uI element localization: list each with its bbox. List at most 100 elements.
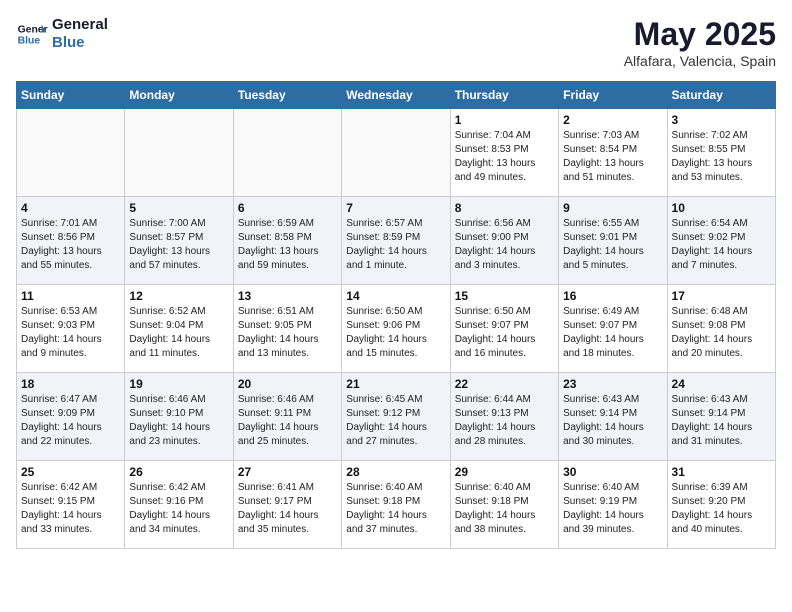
day-number-11: 11 [21, 289, 120, 303]
day-info-16: Sunrise: 6:49 AM Sunset: 9:07 PM Dayligh… [563, 305, 662, 361]
day-info-21: Sunrise: 6:45 AM Sunset: 9:12 PM Dayligh… [346, 393, 445, 449]
header-day-monday: Monday [125, 82, 233, 109]
empty-cell [342, 109, 450, 197]
day-cell-4: 4 Sunrise: 7:01 AM Sunset: 8:56 PM Daylig… [17, 197, 125, 285]
day-cell-27: 27 Sunrise: 6:41 AM Sunset: 9:17 PM Dayli… [233, 461, 341, 549]
week-row-3: 11Sunrise: 6:53 AM Sunset: 9:03 PM Dayli… [17, 285, 776, 373]
day-cell-1: 1Sunrise: 7:04 AM Sunset: 8:53 PM Daylig… [450, 109, 558, 197]
day-cell-29: 29 Sunrise: 6:40 AM Sunset: 9:18 PM Dayli… [450, 461, 558, 549]
logo-icon: General Blue [16, 18, 48, 50]
calendar-body: 1Sunrise: 7:04 AM Sunset: 8:53 PM Daylig… [17, 109, 776, 549]
day-info-4: Sunrise: 7:01 AM Sunset: 8:56 PM Dayligh… [21, 217, 120, 273]
day-info-26: Sunrise: 6:42 AM Sunset: 9:16 PM Dayligh… [129, 481, 228, 537]
day-cell-12: 12Sunrise: 6:52 AM Sunset: 9:04 PM Dayli… [125, 285, 233, 373]
day-cell-19: 19Sunrise: 6:46 AM Sunset: 9:10 PM Dayli… [125, 373, 233, 461]
day-number-3: 3 [672, 113, 771, 127]
day-number-30: 30 [563, 465, 662, 479]
day-info-28: Sunrise: 6:40 AM Sunset: 9:18 PM Dayligh… [346, 481, 445, 537]
day-cell-6: 6 Sunrise: 6:59 AM Sunset: 8:58 PM Daylig… [233, 197, 341, 285]
day-info-22: Sunrise: 6:44 AM Sunset: 9:13 PM Dayligh… [455, 393, 554, 449]
day-number-14: 14 [346, 289, 445, 303]
day-number-27: 27 [238, 465, 337, 479]
day-info-7: Sunrise: 6:57 AM Sunset: 8:59 PM Dayligh… [346, 217, 445, 273]
week-row-5: 25 Sunrise: 6:42 AM Sunset: 9:15 PM Dayli… [17, 461, 776, 549]
day-number-23: 23 [563, 377, 662, 391]
day-info-20: Sunrise: 6:46 AM Sunset: 9:11 PM Dayligh… [238, 393, 337, 449]
day-cell-9: 9Sunrise: 6:55 AM Sunset: 9:01 PM Daylig… [559, 197, 667, 285]
logo: General Blue General Blue [16, 16, 108, 52]
day-number-24: 24 [672, 377, 771, 391]
day-cell-10: 10 Sunrise: 6:54 AM Sunset: 9:02 PM Dayli… [667, 197, 775, 285]
day-number-16: 16 [563, 289, 662, 303]
header-day-tuesday: Tuesday [233, 82, 341, 109]
day-cell-7: 7 Sunrise: 6:57 AM Sunset: 8:59 PM Daylig… [342, 197, 450, 285]
calendar-table: SundayMondayTuesdayWednesdayThursdayFrid… [16, 81, 776, 549]
svg-text:Blue: Blue [18, 36, 41, 47]
day-number-7: 7 [346, 201, 445, 215]
day-number-31: 31 [672, 465, 771, 479]
header-day-sunday: Sunday [17, 82, 125, 109]
header-day-saturday: Saturday [667, 82, 775, 109]
day-info-14: Sunrise: 6:50 AM Sunset: 9:06 PM Dayligh… [346, 305, 445, 361]
day-number-5: 5 [129, 201, 228, 215]
day-number-20: 20 [238, 377, 337, 391]
location: Alfafara, Valencia, Spain [624, 53, 776, 69]
header-day-thursday: Thursday [450, 82, 558, 109]
day-info-15: Sunrise: 6:50 AM Sunset: 9:07 PM Dayligh… [455, 305, 554, 361]
day-number-10: 10 [672, 201, 771, 215]
day-cell-26: 26 Sunrise: 6:42 AM Sunset: 9:16 PM Dayli… [125, 461, 233, 549]
calendar-header-row: SundayMondayTuesdayWednesdayThursdayFrid… [17, 82, 776, 109]
month-title: May 2025 [624, 16, 776, 53]
day-info-31: Sunrise: 6:39 AM Sunset: 9:20 PM Dayligh… [672, 481, 771, 537]
day-number-19: 19 [129, 377, 228, 391]
day-cell-3: 3 Sunrise: 7:02 AM Sunset: 8:55 PM Daylig… [667, 109, 775, 197]
day-info-30: Sunrise: 6:40 AM Sunset: 9:19 PM Dayligh… [563, 481, 662, 537]
day-cell-18: 18 Sunrise: 6:47 AM Sunset: 9:09 PM Dayli… [17, 373, 125, 461]
day-info-10: Sunrise: 6:54 AM Sunset: 9:02 PM Dayligh… [672, 217, 771, 273]
day-cell-17: 17Sunrise: 6:48 AM Sunset: 9:08 PM Dayli… [667, 285, 775, 373]
logo-line1: General [52, 16, 108, 34]
empty-cell [125, 109, 233, 197]
empty-cell [17, 109, 125, 197]
day-number-28: 28 [346, 465, 445, 479]
day-number-29: 29 [455, 465, 554, 479]
day-number-21: 21 [346, 377, 445, 391]
day-cell-24: 24Sunrise: 6:43 AM Sunset: 9:14 PM Dayli… [667, 373, 775, 461]
day-number-1: 1 [455, 113, 554, 127]
day-cell-16: 16 Sunrise: 6:49 AM Sunset: 9:07 PM Dayli… [559, 285, 667, 373]
day-cell-20: 20 Sunrise: 6:46 AM Sunset: 9:11 PM Dayli… [233, 373, 341, 461]
day-number-15: 15 [455, 289, 554, 303]
day-cell-25: 25 Sunrise: 6:42 AM Sunset: 9:15 PM Dayli… [17, 461, 125, 549]
day-info-18: Sunrise: 6:47 AM Sunset: 9:09 PM Dayligh… [21, 393, 120, 449]
empty-cell [233, 109, 341, 197]
day-number-6: 6 [238, 201, 337, 215]
day-cell-11: 11Sunrise: 6:53 AM Sunset: 9:03 PM Dayli… [17, 285, 125, 373]
day-cell-2: 2Sunrise: 7:03 AM Sunset: 8:54 PM Daylig… [559, 109, 667, 197]
day-info-17: Sunrise: 6:48 AM Sunset: 9:08 PM Dayligh… [672, 305, 771, 361]
day-number-26: 26 [129, 465, 228, 479]
header-day-friday: Friday [559, 82, 667, 109]
day-info-6: Sunrise: 6:59 AM Sunset: 8:58 PM Dayligh… [238, 217, 337, 273]
day-number-13: 13 [238, 289, 337, 303]
day-cell-14: 14 Sunrise: 6:50 AM Sunset: 9:06 PM Dayli… [342, 285, 450, 373]
day-number-8: 8 [455, 201, 554, 215]
week-row-1: 1Sunrise: 7:04 AM Sunset: 8:53 PM Daylig… [17, 109, 776, 197]
calendar-header: SundayMondayTuesdayWednesdayThursdayFrid… [17, 82, 776, 109]
day-info-29: Sunrise: 6:40 AM Sunset: 9:18 PM Dayligh… [455, 481, 554, 537]
day-info-27: Sunrise: 6:41 AM Sunset: 9:17 PM Dayligh… [238, 481, 337, 537]
day-number-25: 25 [21, 465, 120, 479]
page-header: General Blue General Blue May 2025 Alfaf… [16, 16, 776, 69]
day-cell-31: 31 Sunrise: 6:39 AM Sunset: 9:20 PM Dayli… [667, 461, 775, 549]
day-info-13: Sunrise: 6:51 AM Sunset: 9:05 PM Dayligh… [238, 305, 337, 361]
day-info-2: Sunrise: 7:03 AM Sunset: 8:54 PM Dayligh… [563, 129, 662, 185]
day-number-4: 4 [21, 201, 120, 215]
day-number-12: 12 [129, 289, 228, 303]
day-cell-13: 13 Sunrise: 6:51 AM Sunset: 9:05 PM Dayli… [233, 285, 341, 373]
title-block: May 2025 Alfafara, Valencia, Spain [624, 16, 776, 69]
day-number-18: 18 [21, 377, 120, 391]
day-number-9: 9 [563, 201, 662, 215]
day-cell-23: 23Sunrise: 6:43 AM Sunset: 9:14 PM Dayli… [559, 373, 667, 461]
day-info-3: Sunrise: 7:02 AM Sunset: 8:55 PM Dayligh… [672, 129, 771, 185]
header-day-wednesday: Wednesday [342, 82, 450, 109]
day-info-25: Sunrise: 6:42 AM Sunset: 9:15 PM Dayligh… [21, 481, 120, 537]
